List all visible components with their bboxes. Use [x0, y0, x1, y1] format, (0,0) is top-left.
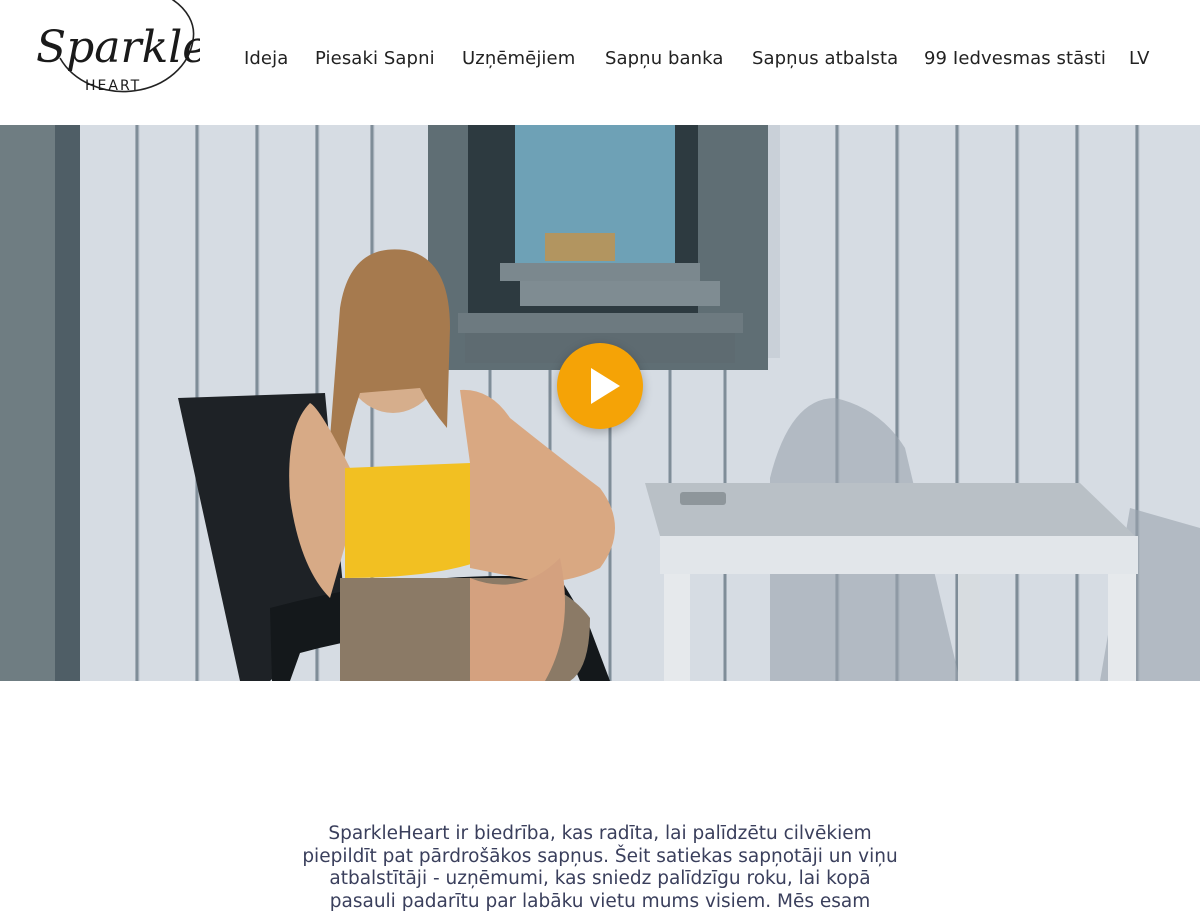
nav-item-99-iedvesmas-stasti[interactable]: 99 Iedvesmas stāsti	[924, 48, 1106, 69]
hero-video[interactable]	[0, 108, 1200, 681]
nav-item-sapnu-banka[interactable]: Sapņu banka	[605, 48, 724, 69]
video-play-button[interactable]	[557, 343, 643, 429]
nav-item-piesaki-sapni[interactable]: Piesaki Sapni	[315, 48, 435, 69]
nav-item-ideja[interactable]: Ideja	[244, 48, 288, 69]
site-header: Sparkle HEART Ideja Piesaki Sapni Uzņēmē…	[0, 0, 1200, 125]
nav-item-uznemejiem[interactable]: Uzņēmējiem	[462, 48, 575, 69]
nav-item-sapnus-atbalsta[interactable]: Sapņus atbalsta	[752, 48, 898, 69]
nav-item-language[interactable]: LV	[1129, 48, 1150, 69]
main-navigation: Ideja Piesaki Sapni Uzņēmējiem Sapņu ban…	[0, 48, 1200, 78]
play-icon	[591, 368, 620, 404]
logo-subtitle: HEART	[85, 78, 141, 94]
